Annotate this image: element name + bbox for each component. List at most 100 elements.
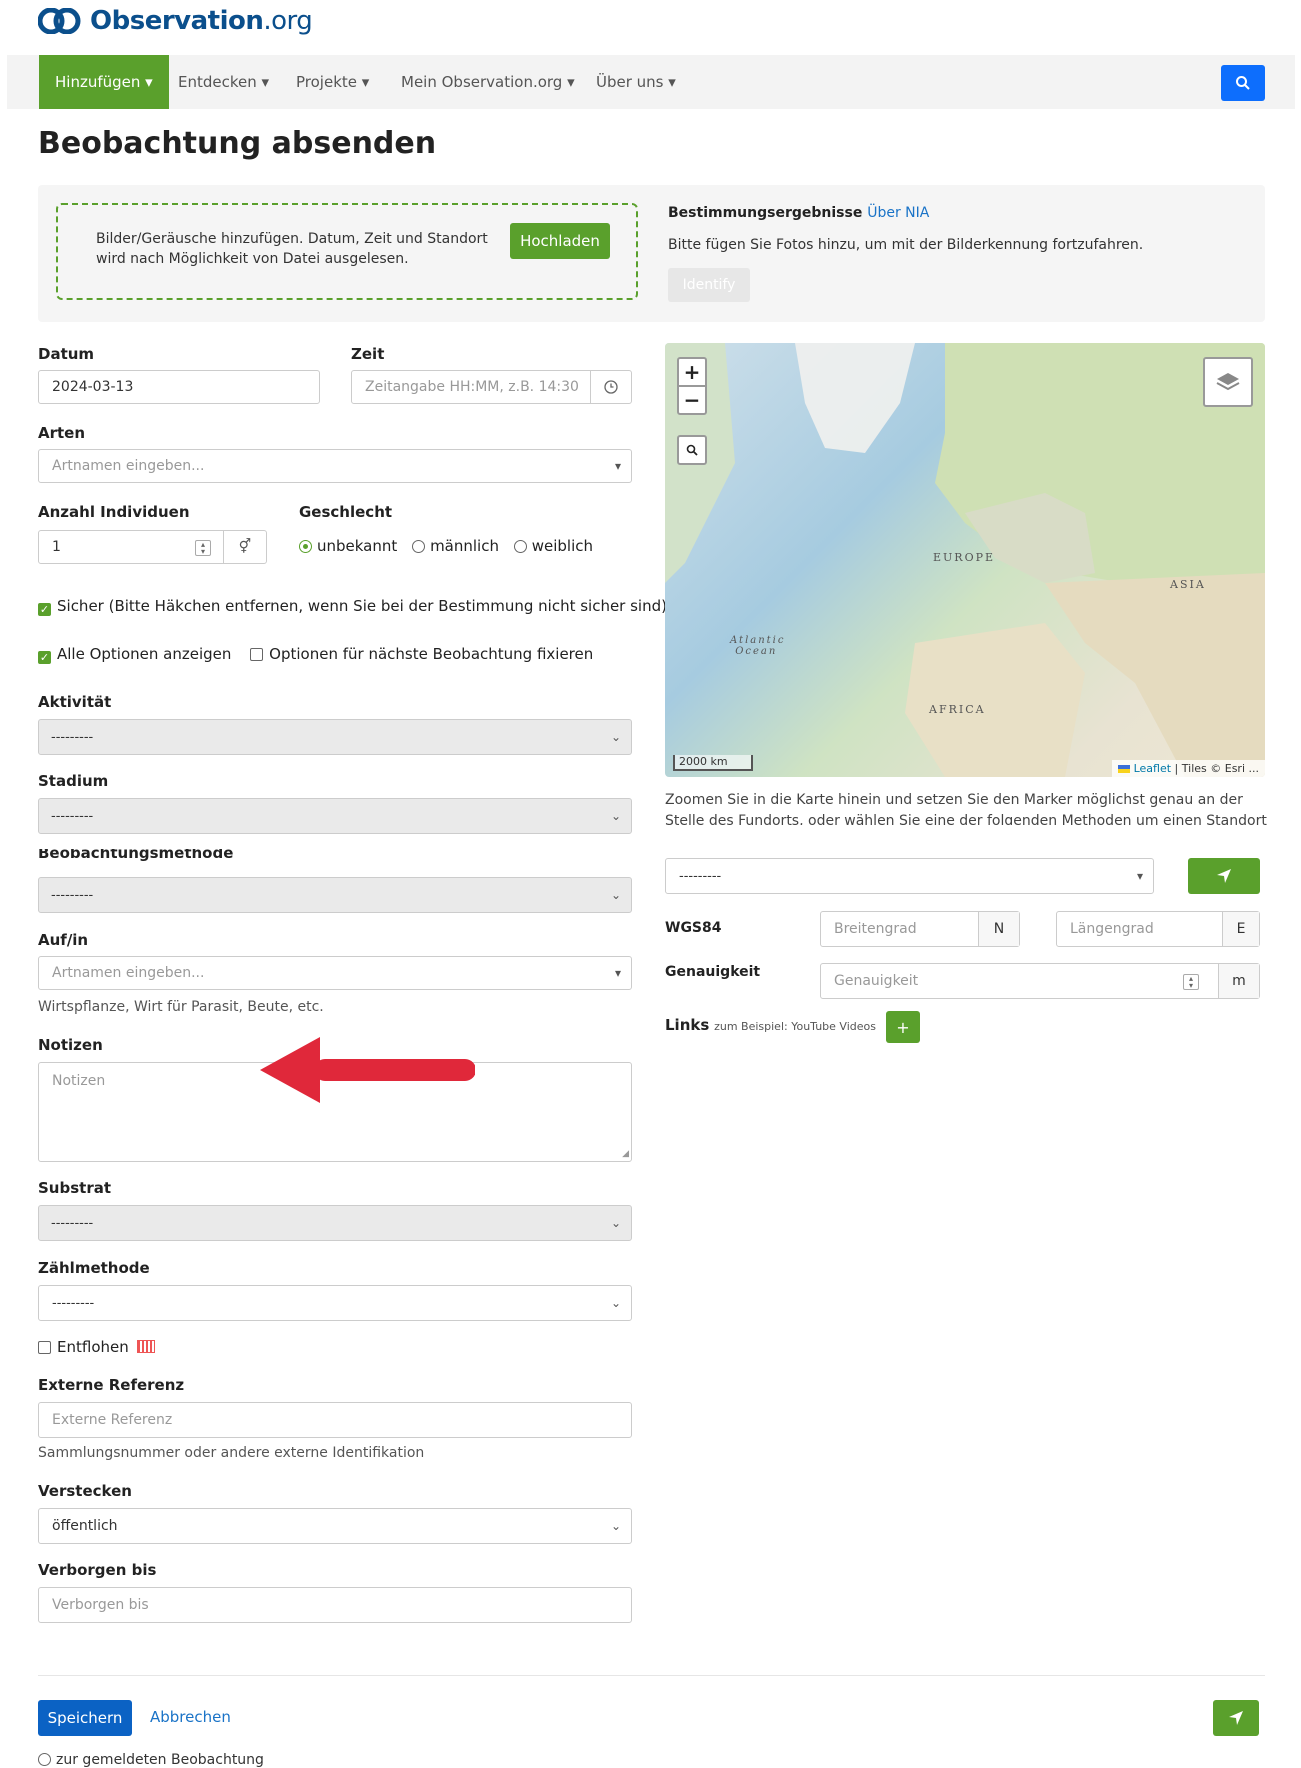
sex-unknown-radio[interactable]: unbekannt <box>299 537 397 555</box>
nav-add[interactable]: Hinzufügen ▾ <box>39 55 169 109</box>
zoom-in-button[interactable]: + <box>677 357 707 387</box>
sex-label: Geschlecht <box>299 503 393 521</box>
location-method-select[interactable]: --------- ▾ <box>665 858 1154 894</box>
map-scale: 2000 km <box>673 755 753 771</box>
clock-icon[interactable] <box>590 371 631 403</box>
stage-select[interactable]: --------- ⌄ <box>38 798 632 834</box>
search-icon <box>1236 76 1250 90</box>
nav-projects[interactable]: Projekte ▾ <box>296 55 369 109</box>
species-placeholder: Artnamen eingeben... <box>52 458 205 474</box>
radio-empty-icon <box>38 1753 51 1766</box>
upload-panel: Bilder/Geräusche hinzufügen. Datum, Zeit… <box>38 185 1265 322</box>
notes-label: Notizen <box>38 1036 103 1054</box>
fix-options-checkbox[interactable]: Optionen für nächste Beobachtung fixiere… <box>250 645 593 663</box>
map-label-europe: EUROPE <box>933 551 996 564</box>
identify-button[interactable]: Identify <box>668 268 750 302</box>
cancel-link[interactable]: Abbrechen <box>150 1708 231 1726</box>
hidden-until-input[interactable]: Verborgen bis <box>38 1587 632 1623</box>
time-placeholder: Zeitangabe HH:MM, z.B. 14:30 <box>365 379 579 395</box>
date-label: Datum <box>38 345 95 363</box>
longitude-input[interactable]: Längengrad E <box>1056 911 1260 947</box>
ext-ref-input[interactable]: Externe Referenz <box>38 1402 632 1438</box>
dropzone-text: Bilder/Geräusche hinzufügen. Datum, Zeit… <box>96 231 488 267</box>
ext-ref-help-text: Sammlungsnummer oder andere externe Iden… <box>38 1445 425 1461</box>
about-nia-link[interactable]: Über NIA <box>867 205 929 221</box>
activity-select[interactable]: --------- ⌄ <box>38 719 632 755</box>
nav-explore[interactable]: Entdecken ▾ <box>178 55 269 109</box>
checkbox-checked-icon: ✓ <box>38 651 51 664</box>
location-map[interactable]: + − EUROPE ASIA Atlantic Ocean AFRICA 20… <box>665 343 1265 777</box>
on-label: Auf/in <box>38 931 89 949</box>
accuracy-input[interactable]: Genauigkeit ▴ ▾ m <box>820 963 1260 999</box>
count-label: Anzahl Individuen <box>38 503 190 521</box>
lon-suffix: E <box>1222 912 1259 946</box>
chevron-down-icon: ⌄ <box>610 888 621 902</box>
map-search-button[interactable] <box>677 435 707 465</box>
method-label: Beobachtungsmethode <box>38 849 234 862</box>
show-all-checkbox[interactable]: ✓ Alle Optionen anzeigen <box>38 645 231 664</box>
search-button[interactable] <box>1221 65 1265 101</box>
escaped-checkbox[interactable]: Entflohen <box>38 1338 155 1356</box>
stepper-icon[interactable]: ▴ ▾ <box>195 540 211 556</box>
map-label-asia: ASIA <box>1170 578 1206 591</box>
leaflet-link[interactable]: Leaflet <box>1134 762 1171 775</box>
species-input[interactable]: Artnamen eingeben... ▾ <box>38 449 632 483</box>
checkbox-empty-icon <box>250 648 264 661</box>
brand-name: Observation.org <box>90 6 313 36</box>
page-title: Beobachtung absenden <box>38 126 437 161</box>
sex-symbol-button[interactable]: ⚥ <box>223 531 266 563</box>
links-help: zum Beispiel: YouTube Videos <box>714 1020 876 1033</box>
on-species-input[interactable]: Artnamen eingeben... ▾ <box>38 956 632 990</box>
time-input[interactable]: Zeitangabe HH:MM, z.B. 14:30 <box>351 370 632 404</box>
count-method-label: Zählmethode <box>38 1259 150 1277</box>
location-arrow-icon <box>1217 869 1231 883</box>
sex-female-radio[interactable]: weiblich <box>513 537 593 555</box>
sure-checkbox[interactable]: ✓ Sicher (Bitte Häkchen entfernen, wenn S… <box>38 597 667 616</box>
links-row: Links zum Beispiel: YouTube Videos <box>665 1016 876 1034</box>
locate-me-button[interactable] <box>1188 858 1260 894</box>
show-all-options-row: ✓ Alle Optionen anzeigen Optionen für näc… <box>38 645 593 664</box>
map-label-atlantic: Atlantic Ocean <box>730 635 786 657</box>
method-select[interactable]: --------- ⌄ <box>38 877 632 913</box>
nav-about[interactable]: Über uns ▾ <box>596 55 676 109</box>
map-label-africa: AFRICA <box>929 703 986 716</box>
map-attribution: Leaflet | Tiles © Esri ... <box>1112 760 1265 777</box>
identification-text: Bitte fügen Sie Fotos hinzu, um mit der … <box>668 237 1144 253</box>
submit-locate-button[interactable] <box>1213 1700 1259 1736</box>
logo[interactable]: Observation.org <box>38 6 313 36</box>
substrate-select[interactable]: --------- ⌄ <box>38 1205 632 1241</box>
main-navbar: Hinzufügen ▾ Entdecken ▾ Projekte ▾ Mein… <box>7 55 1295 109</box>
date-input[interactable]: 2024-03-13 <box>38 370 320 404</box>
flag-icon <box>1118 765 1131 773</box>
add-link-button[interactable]: + <box>886 1011 920 1043</box>
ext-ref-label: Externe Referenz <box>38 1376 185 1394</box>
accuracy-suffix: m <box>1218 964 1259 998</box>
goto-observation-radio[interactable]: zur gemeldeten Beobachtung <box>38 1752 264 1768</box>
count-value: 1 <box>52 539 61 555</box>
layers-button[interactable] <box>1203 357 1253 407</box>
stepper-icon[interactable]: ▴ ▾ <box>1183 974 1199 990</box>
chevron-down-icon: ⌄ <box>610 1519 621 1533</box>
save-button[interactable]: Speichern <box>38 1700 132 1736</box>
media-dropzone[interactable]: Bilder/Geräusche hinzufügen. Datum, Zeit… <box>56 203 638 300</box>
zoom-out-button[interactable]: − <box>677 385 707 415</box>
sex-radio-group: unbekannt männlich weiblich <box>299 537 593 555</box>
links-label: Links <box>665 1016 710 1034</box>
hide-label: Verstecken <box>38 1482 132 1500</box>
nav-my-observation[interactable]: Mein Observation.org ▾ <box>401 55 575 109</box>
chevron-down-icon: ⌄ <box>610 1216 621 1230</box>
stage-label: Stadium <box>38 772 109 790</box>
hide-select[interactable]: öffentlich ⌄ <box>38 1508 632 1544</box>
activity-label: Aktivität <box>38 693 112 711</box>
latitude-input[interactable]: Breitengrad N <box>820 911 1020 947</box>
layers-icon <box>1216 373 1240 391</box>
checkbox-empty-icon <box>38 1341 51 1354</box>
dropdown-caret-icon: ▾ <box>614 966 621 980</box>
footer-divider <box>38 1675 1265 1676</box>
count-input[interactable]: 1 ▴ ▾ ⚥ <box>38 530 267 564</box>
lat-suffix: N <box>978 912 1019 946</box>
resize-handle-icon[interactable]: ◢ <box>622 1149 629 1159</box>
sex-male-radio[interactable]: männlich <box>412 537 499 555</box>
count-method-select[interactable]: --------- ⌄ <box>38 1285 632 1321</box>
upload-button[interactable]: Hochladen <box>510 223 610 259</box>
